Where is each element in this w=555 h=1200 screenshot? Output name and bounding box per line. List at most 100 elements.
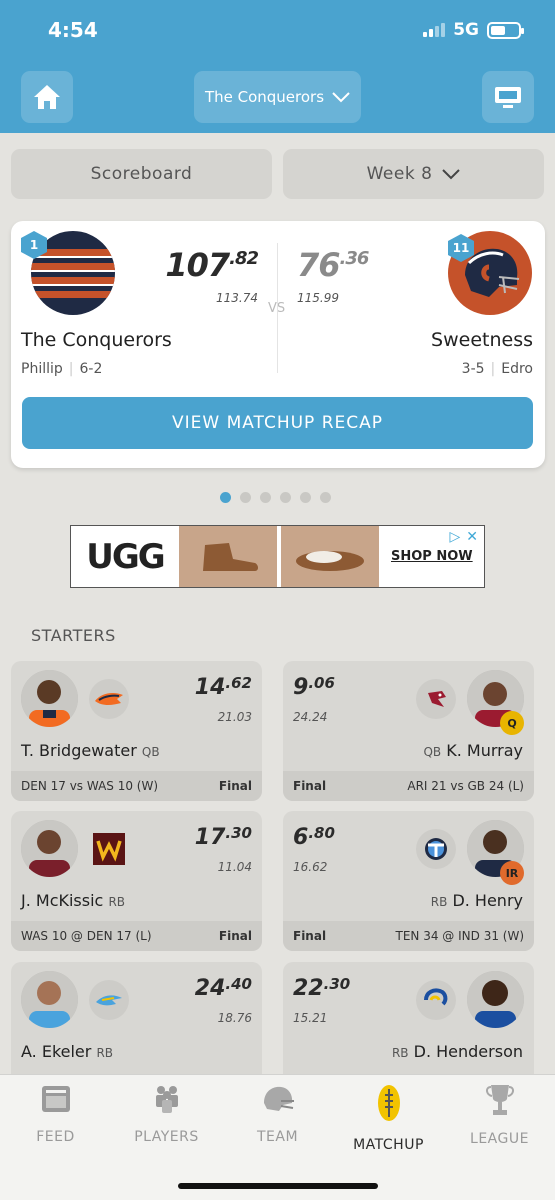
helmet-icon	[263, 1086, 294, 1111]
ad-controls: ▷ ✕	[449, 529, 478, 545]
nav-feed[interactable]: FEED	[0, 1083, 111, 1145]
player-card[interactable]: Q 9.06 24.24 QB K. Murray Final ARI 21 v…	[283, 661, 534, 801]
rams-logo-icon	[416, 980, 456, 1020]
score-right: 76.36	[297, 246, 369, 284]
page-dot[interactable]	[240, 492, 251, 503]
team-info-right: 3-5 | Edro	[461, 361, 533, 377]
player-name: QB K. Murray	[423, 741, 523, 760]
player-card[interactable]: IR 6.80 16.62 RB D. Henry Final TEN 34 @…	[283, 811, 534, 951]
player-projected: 16.62	[293, 860, 328, 874]
player-points: 24.40	[194, 975, 252, 1001]
top-bar: 4:54 5G The Conquerors	[0, 0, 555, 133]
broncos-logo-icon	[89, 679, 129, 719]
player-name: J. McKissic RB	[21, 891, 126, 910]
player-projected: 24.24	[293, 710, 328, 724]
tv-icon	[495, 87, 521, 108]
record-right: 3-5	[461, 361, 485, 377]
page-dot[interactable]	[320, 492, 331, 503]
game-score: ARI 21 vs GB 24 (L)	[407, 779, 524, 793]
nav-matchup[interactable]: MATCHUP	[333, 1083, 444, 1153]
week-selector[interactable]: Week 8	[283, 149, 544, 199]
player-avatar	[21, 971, 78, 1028]
rank-badge-right: 11	[447, 233, 475, 263]
section-title-starters: STARTERS	[31, 626, 116, 645]
player-projected: 21.03	[217, 710, 252, 724]
player-projected: 11.04	[217, 860, 252, 874]
page-dot[interactable]	[260, 492, 271, 503]
team-selector-label: The Conquerors	[204, 88, 325, 106]
game-score: DEN 17 vs WAS 10 (W)	[21, 779, 159, 793]
ad-slipper-image	[281, 526, 379, 587]
ad-choices-icon[interactable]: ▷	[449, 529, 460, 545]
divider	[277, 243, 278, 373]
player-avatar	[21, 670, 78, 727]
tv-mode-button[interactable]	[482, 71, 534, 123]
player-game-info: Final ARI 21 vs GB 24 (L)	[283, 771, 534, 801]
player-card[interactable]: 17.30 11.04 J. McKissic RB WAS 10 @ DEN …	[11, 811, 262, 951]
score-left: 107.82	[165, 246, 259, 284]
player-points: 9.06	[293, 674, 335, 700]
projected-right: 115.99	[297, 291, 339, 305]
player-card[interactable]: 14.62 21.03 T. Bridgewater QB DEN 17 vs …	[11, 661, 262, 801]
home-indicator[interactable]	[178, 1183, 378, 1189]
injury-badge-ir: IR	[500, 861, 524, 885]
home-button[interactable]	[21, 71, 73, 123]
owner-right: Edro	[501, 361, 533, 377]
game-status: Final	[293, 929, 327, 943]
player-points: 14.62	[194, 674, 252, 700]
chevron-down-icon	[332, 92, 350, 103]
page-dot[interactable]	[220, 492, 231, 503]
owner-left: Phillip	[21, 361, 63, 377]
player-points: 17.30	[194, 824, 252, 850]
nav-players[interactable]: PLAYERS	[111, 1083, 222, 1145]
player-game-info: WAS 10 @ DEN 17 (L) Final	[11, 921, 262, 951]
washington-logo-icon	[89, 829, 129, 869]
game-status: Final	[218, 929, 252, 943]
chevron-down-icon	[442, 169, 461, 180]
projected-left: 113.74	[216, 291, 258, 305]
home-icon	[34, 85, 60, 109]
trophy-icon	[485, 1085, 514, 1115]
player-name: RB D. Henderson	[391, 1042, 523, 1061]
page-indicator[interactable]	[220, 492, 331, 503]
team-name-right: Sweetness	[431, 329, 533, 351]
player-projected: 15.21	[293, 1011, 328, 1025]
matchup-football-icon	[377, 1085, 400, 1121]
ad-boot-image	[179, 526, 277, 587]
chargers-logo-icon	[89, 980, 129, 1020]
player-game-info: DEN 17 vs WAS 10 (W) Final	[11, 771, 262, 801]
signal-icon	[423, 23, 446, 37]
record-left: 6-2	[79, 361, 103, 377]
team-name-left: The Conquerors	[21, 329, 172, 351]
feed-icon	[41, 1086, 70, 1112]
nav-team[interactable]: TEAM	[222, 1083, 333, 1145]
cardinals-logo-icon	[416, 679, 456, 719]
week-label: Week 8	[366, 164, 433, 184]
ad-brand-logo: UGG	[86, 536, 165, 577]
bottom-nav: FEED PLAYERS TEAM MATCHUP LEAGUE	[0, 1074, 555, 1200]
rank-badge-left: 1	[20, 230, 48, 260]
page-dot[interactable]	[280, 492, 291, 503]
nav-league[interactable]: LEAGUE	[444, 1083, 555, 1147]
network-label: 5G	[453, 20, 479, 40]
player-avatar	[467, 971, 524, 1028]
team-selector[interactable]: The Conquerors	[194, 71, 361, 123]
close-icon[interactable]: ✕	[466, 529, 478, 545]
page-dot[interactable]	[300, 492, 311, 503]
player-name: RB D. Henry	[430, 891, 523, 910]
game-score: TEN 34 @ IND 31 (W)	[395, 929, 524, 943]
game-status: Final	[293, 779, 327, 793]
matchup-card[interactable]: 1 11 107.82 76.36 113.74 115.99 VS The C…	[11, 221, 545, 468]
players-icon	[155, 1086, 178, 1113]
team-info-left: Phillip | 6-2	[21, 361, 103, 377]
player-points: 22.30	[293, 975, 351, 1001]
player-name: A. Ekeler RB	[21, 1042, 114, 1061]
player-avatar	[21, 820, 78, 877]
ad-shop-now[interactable]: SHOP NOW	[391, 549, 473, 564]
scoreboard-button[interactable]: Scoreboard	[11, 149, 272, 199]
ad-banner[interactable]: UGG SHOP NOW ▷ ✕	[70, 525, 485, 588]
player-projected: 18.76	[217, 1011, 252, 1025]
scoreboard-label: Scoreboard	[90, 164, 193, 184]
view-matchup-recap-button[interactable]: VIEW MATCHUP RECAP	[22, 397, 533, 449]
status-indicators: 5G	[423, 20, 524, 40]
